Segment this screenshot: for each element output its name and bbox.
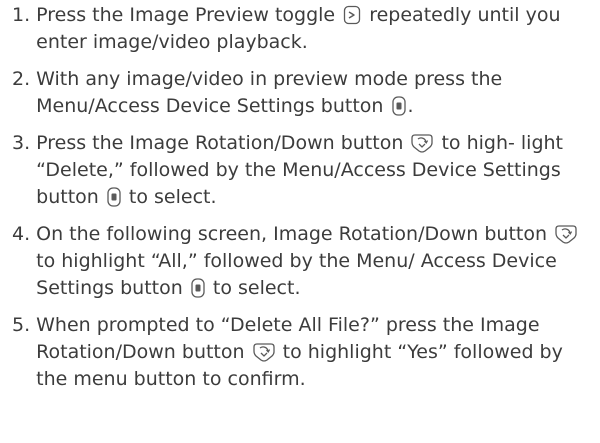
rotation-down-button-icon <box>252 342 275 362</box>
step-text-segment: to select. <box>128 186 217 208</box>
step-text-segment: Press the Image Preview toggle <box>36 4 336 26</box>
image-preview-toggle-icon <box>343 5 361 25</box>
step-number: 3. <box>12 132 31 154</box>
step-text-segment: With any image/video in preview mode pre… <box>36 68 503 117</box>
menu-settings-button-icon <box>191 278 205 298</box>
rotation-down-button-icon <box>555 224 577 244</box>
step-item: 2. With any image/video in preview mode p… <box>12 66 596 120</box>
step-text-segment: to select. <box>212 277 301 299</box>
step-number: 4. <box>12 223 31 245</box>
step-text-segment: . <box>407 95 414 117</box>
step-text: With any image/video in preview mode pre… <box>36 66 596 120</box>
step-number: 2. <box>12 68 31 90</box>
step-text: Press the Image Preview toggle repeatedl… <box>36 2 596 56</box>
step-number: 1. <box>12 4 31 26</box>
step-item: 4. On the following screen, Image Rotatio… <box>12 221 596 302</box>
instruction-steps: 1. Press the Image Preview toggle repeate… <box>12 2 596 403</box>
menu-settings-button-icon <box>107 187 121 207</box>
step-text-segment: On the following screen, Image Rotation/… <box>36 223 548 245</box>
menu-settings-button-icon <box>391 96 406 116</box>
step-item: 1. Press the Image Preview toggle repeate… <box>12 2 596 56</box>
step-number: 5. <box>12 314 31 336</box>
step-text-segment: Press the Image Rotation/Down button <box>36 132 404 154</box>
step-item: 5. When prompted to “Delete All File?” pr… <box>12 312 596 393</box>
step-text: When prompted to “Delete All File?” pres… <box>36 312 596 393</box>
step-item: 3. Press the Image Rotation/Down button t… <box>12 130 596 211</box>
step-text: On the following screen, Image Rotation/… <box>36 221 596 302</box>
rotation-down-button-icon <box>411 133 434 153</box>
step-text: Press the Image Rotation/Down button to … <box>36 130 596 211</box>
